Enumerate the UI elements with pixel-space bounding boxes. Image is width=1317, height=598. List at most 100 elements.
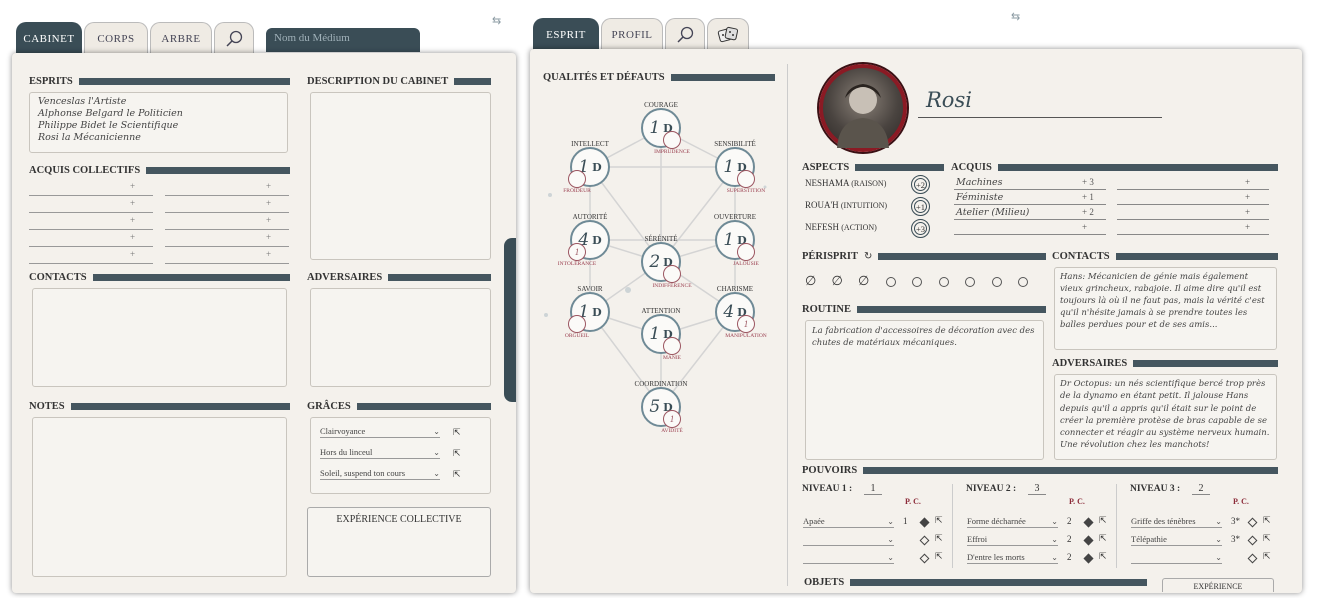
- power-select[interactable]: D'entre les morts ⌄: [967, 550, 1058, 564]
- aspect-sub: (INTUITION): [840, 201, 888, 210]
- open-link-icon[interactable]: ⇱: [935, 515, 943, 526]
- experience-box[interactable]: EXPÉRIENCE: [1162, 578, 1274, 592]
- acquis-row[interactable]: +: [1117, 221, 1269, 235]
- perisprit-point[interactable]: [991, 277, 1002, 287]
- power-points: 2: [1067, 534, 1072, 544]
- perisprit-point[interactable]: [1018, 277, 1028, 287]
- grace-label: Hors du linceul: [320, 447, 373, 457]
- avatar[interactable]: [819, 64, 907, 152]
- resize-icon[interactable]: ⇆: [492, 14, 501, 27]
- perisprit-point[interactable]: [885, 277, 896, 287]
- adversaires-box[interactable]: [310, 288, 491, 387]
- power-select[interactable]: Forme décharnée ⌄: [967, 514, 1058, 528]
- flaw-label: FROIDEUR: [563, 188, 591, 194]
- tab-cabinet[interactable]: CABINET: [16, 22, 82, 54]
- perisprit-point[interactable]: [912, 277, 922, 287]
- level-value[interactable]: 2: [1192, 483, 1210, 495]
- chevron-down-icon: ⌄: [433, 469, 440, 478]
- medium-name-input[interactable]: Nom du Médium: [266, 28, 420, 52]
- acquis-row[interactable]: +: [1117, 176, 1269, 190]
- flaw-dice[interactable]: 1: [663, 410, 681, 428]
- perisprit-mark[interactable]: ∅: [805, 273, 816, 289]
- level-value[interactable]: 1: [864, 483, 882, 495]
- esprits-box[interactable]: Venceslas l'Artiste Alphonse Belgard le …: [29, 92, 288, 153]
- aspect-value[interactable]: +1: [911, 197, 930, 216]
- resize-icon[interactable]: ⇆: [1011, 10, 1020, 23]
- tab-profil[interactable]: PROFIL: [601, 18, 663, 50]
- description-box[interactable]: [310, 92, 491, 260]
- perisprit-mark[interactable]: ∅: [832, 273, 843, 289]
- power-select[interactable]: ⌄: [803, 532, 894, 546]
- aspect-name: NEFESH: [805, 222, 840, 232]
- aspect-name: ROUA'H: [805, 200, 839, 210]
- open-link-icon[interactable]: ⇱: [453, 427, 461, 438]
- aspect-value[interactable]: +3: [911, 219, 930, 238]
- acquis-row[interactable]: +: [954, 221, 1106, 235]
- tab-arbre[interactable]: ARBRE: [150, 22, 212, 54]
- open-link-icon[interactable]: ⇱: [935, 551, 943, 562]
- acquis-row[interactable]: +: [1117, 191, 1269, 205]
- acquis-row[interactable]: Atelier (Milieu) + 2: [954, 206, 1106, 220]
- flaw-dice[interactable]: 1: [568, 243, 586, 261]
- perisprit-point[interactable]: [965, 277, 975, 287]
- contacts-box[interactable]: [32, 288, 287, 387]
- character-name[interactable]: Rosi: [918, 88, 1162, 118]
- tab-search[interactable]: [214, 22, 254, 54]
- power-select[interactable]: ⌄: [803, 550, 894, 564]
- grace-select[interactable]: Soleil, suspend ton cours ⌄: [320, 466, 440, 480]
- contacts-box[interactable]: Hans: Mécanicien de génie mais également…: [1054, 267, 1277, 350]
- power-select[interactable]: Effroi ⌄: [967, 532, 1058, 546]
- aspect-value[interactable]: +2: [911, 175, 930, 194]
- open-link-icon[interactable]: ⇱: [1263, 533, 1271, 544]
- grace-select[interactable]: Clairvoyance ⌄: [320, 424, 440, 438]
- level-value[interactable]: 3: [1028, 483, 1046, 495]
- dice-suffix: D: [592, 160, 602, 174]
- flaw-label: JALOUSIE: [733, 261, 759, 267]
- power-points: 3*: [1231, 534, 1240, 544]
- tab-corps[interactable]: CORPS: [84, 22, 148, 54]
- aspect-sub: (ACTION): [841, 223, 877, 232]
- acquis-row[interactable]: +: [1117, 206, 1269, 220]
- power-select[interactable]: Télépathie ⌄: [1131, 532, 1222, 546]
- open-link-icon[interactable]: ⇱: [935, 533, 943, 544]
- pc-label: P. C.: [1069, 497, 1085, 506]
- flaw-dice[interactable]: [737, 243, 755, 261]
- open-link-icon[interactable]: ⇱: [1099, 551, 1107, 562]
- power-select[interactable]: Apaée ⌄: [803, 514, 894, 528]
- portrait-image: [837, 84, 889, 148]
- flaw-dice[interactable]: [663, 131, 681, 149]
- flaw-dice[interactable]: [568, 170, 586, 188]
- power-select[interactable]: Griffe des ténèbres ⌄: [1131, 514, 1222, 528]
- acquis-row[interactable]: Machines + 3: [954, 176, 1106, 190]
- routine-box[interactable]: La fabrication d'accessoires de décorati…: [805, 320, 1044, 460]
- acquis-value: +: [1082, 222, 1088, 232]
- flaw-dice[interactable]: [663, 337, 681, 355]
- perisprit-mark[interactable]: ∅: [858, 273, 869, 289]
- chevron-down-icon: ⌄: [1215, 553, 1222, 562]
- tab-dice[interactable]: [707, 18, 749, 50]
- open-link-icon[interactable]: ⇱: [1263, 551, 1271, 562]
- open-link-icon[interactable]: ⇱: [453, 469, 461, 480]
- contacts-text: Hans: Mécanicien de génie mais également…: [1060, 272, 1265, 330]
- open-link-icon[interactable]: ⇱: [453, 448, 461, 459]
- open-link-icon[interactable]: ⇱: [1263, 515, 1271, 526]
- power-select[interactable]: ⌄: [1131, 550, 1222, 564]
- perisprit-point[interactable]: [938, 277, 949, 287]
- grace-select[interactable]: Hors du linceul ⌄: [320, 445, 440, 459]
- flaw-dice[interactable]: [663, 265, 681, 283]
- panel-edge-tab[interactable]: [504, 238, 516, 402]
- open-link-icon[interactable]: ⇱: [1099, 515, 1107, 526]
- refresh-icon[interactable]: ↻: [864, 251, 872, 262]
- experience-collective-box[interactable]: EXPÉRIENCE COLLECTIVE: [307, 507, 491, 577]
- open-link-icon[interactable]: ⇱: [1099, 533, 1107, 544]
- adversaires-box[interactable]: Dr Octopus: un nés scientifique bercé tr…: [1054, 374, 1277, 460]
- flaw-dice[interactable]: [568, 315, 586, 333]
- flaw-dice[interactable]: 1: [737, 315, 755, 333]
- acquis-row[interactable]: Féministe + 1: [954, 191, 1106, 205]
- notes-box[interactable]: [32, 417, 287, 577]
- tab-esprit[interactable]: ESPRIT: [533, 18, 599, 50]
- pc-label: P. C.: [905, 497, 921, 506]
- tab-search[interactable]: [665, 18, 705, 50]
- aspect-name: NESHAMA: [805, 178, 850, 188]
- flaw-dice[interactable]: [737, 170, 755, 188]
